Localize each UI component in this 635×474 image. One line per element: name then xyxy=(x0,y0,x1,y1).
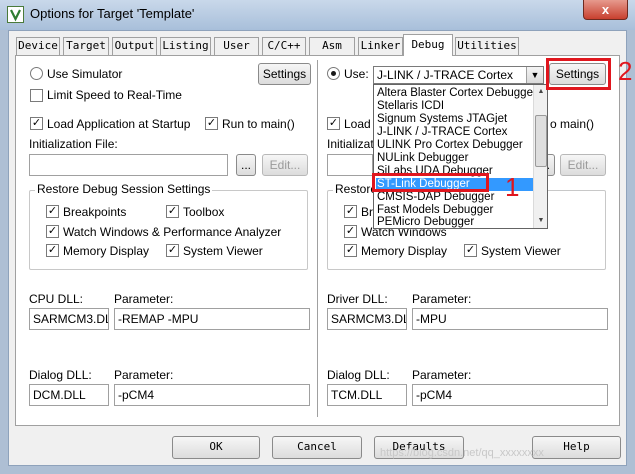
init-file-input[interactable] xyxy=(29,154,228,176)
debugger-dropdown-list: Altera Blaster Cortex Debugger Stellaris… xyxy=(373,84,548,229)
scrollbar-thumb[interactable] xyxy=(535,115,547,167)
use-debugger-radio[interactable] xyxy=(327,67,340,80)
dropdown-option[interactable]: J-LINK / J-TRACE Cortex xyxy=(377,126,507,139)
right-load-app-checkbox[interactable]: ✓ xyxy=(327,117,340,130)
right-system-viewer-label: System Viewer xyxy=(481,244,561,258)
use-simulator-radio[interactable] xyxy=(30,67,43,80)
window-close-button[interactable]: x xyxy=(583,0,628,20)
right-system-viewer-checkbox[interactable]: ✓ xyxy=(464,244,477,257)
use-debugger-label: Use: xyxy=(344,67,369,81)
tab-target[interactable]: Target xyxy=(63,37,109,55)
right-dialog-dll-label: Dialog DLL: xyxy=(327,368,390,382)
memory-display-label: Memory Display xyxy=(63,244,150,258)
right-watch-windows-checkbox[interactable]: ✓ xyxy=(344,225,357,238)
right-dialog-parameter-input[interactable]: -pCM4 xyxy=(412,384,608,406)
right-run-to-main-label: o main() xyxy=(550,117,595,131)
dropdown-option[interactable]: CMSIS-DAP Debugger xyxy=(377,191,494,204)
keil-app-icon xyxy=(7,6,24,23)
driver-dll-label: Driver DLL: xyxy=(327,292,388,306)
system-viewer-label: System Viewer xyxy=(183,244,263,258)
ok-button[interactable]: OK xyxy=(172,436,260,459)
dropdown-option[interactable]: ULINK Pro Cortex Debugger xyxy=(377,139,523,152)
cpu-dll-input[interactable]: SARMCM3.DLL xyxy=(29,308,109,330)
system-viewer-checkbox[interactable]: ✓ xyxy=(166,244,179,257)
tab-asm[interactable]: Asm xyxy=(309,37,355,55)
chevron-down-icon[interactable]: ▼ xyxy=(526,67,543,83)
limit-speed-label: Limit Speed to Real-Time xyxy=(47,88,182,102)
cpu-dll-label: CPU DLL: xyxy=(29,292,84,306)
dialog-parameter-input[interactable]: -pCM4 xyxy=(114,384,310,406)
annotation-box-1 xyxy=(372,173,489,192)
breakpoints-label: Breakpoints xyxy=(63,205,127,219)
right-init-file-edit-button[interactable]: Edit... xyxy=(560,154,606,176)
dialog-dll-input[interactable]: DCM.DLL xyxy=(29,384,109,406)
tab-listing[interactable]: Listing xyxy=(160,37,211,55)
tab-output[interactable]: Output xyxy=(112,37,157,55)
cpu-parameter-label: Parameter: xyxy=(114,292,174,306)
tab-cc[interactable]: C/C++ xyxy=(262,37,306,55)
right-memory-display-checkbox[interactable]: ✓ xyxy=(344,244,357,257)
tab-device[interactable]: Device xyxy=(16,37,60,55)
right-dialog-parameter-label: Parameter: xyxy=(412,368,472,382)
init-file-edit-button[interactable]: Edit... xyxy=(262,154,308,176)
tab-linker[interactable]: Linker xyxy=(358,37,403,55)
dialog-parameter-label: Parameter: xyxy=(114,368,174,382)
driver-dll-input[interactable]: SARMCM3.DLL xyxy=(327,308,407,330)
memory-display-checkbox[interactable]: ✓ xyxy=(46,244,59,257)
dropdown-option[interactable]: Altera Blaster Cortex Debugger xyxy=(377,87,537,100)
init-file-label: Initialization File: xyxy=(29,137,118,151)
annotation-box-2 xyxy=(546,58,611,90)
annotation-number-1: 1 xyxy=(505,172,520,202)
dropdown-scrollbar[interactable]: ▲ ▼ xyxy=(533,85,547,228)
breakpoints-checkbox[interactable]: ✓ xyxy=(46,205,59,218)
watch-windows-checkbox[interactable]: ✓ xyxy=(46,225,59,238)
debugger-select-value: J-LINK / J-TRACE Cortex xyxy=(377,68,514,82)
init-file-browse-button[interactable]: ... xyxy=(236,154,256,176)
limit-speed-checkbox[interactable] xyxy=(30,89,43,102)
right-load-app-label: Load xyxy=(344,117,371,131)
dropdown-option[interactable]: PEMicro Debugger xyxy=(377,216,474,229)
dropdown-option[interactable]: NULink Debugger xyxy=(377,152,468,165)
run-to-main-checkbox[interactable]: ✓ xyxy=(205,117,218,130)
toolbox-checkbox[interactable]: ✓ xyxy=(166,205,179,218)
load-app-label: Load Application at Startup xyxy=(47,117,191,131)
scroll-down-icon[interactable]: ▼ xyxy=(535,215,547,227)
help-button[interactable]: Help xyxy=(532,436,621,459)
cancel-button[interactable]: Cancel xyxy=(272,436,362,459)
restore-settings-group-label: Restore Debug Session Settings xyxy=(35,182,213,196)
panel-divider xyxy=(317,60,318,417)
right-breakpoints-checkbox[interactable]: ✓ xyxy=(344,205,357,218)
cpu-parameter-input[interactable]: -REMAP -MPU xyxy=(114,308,310,330)
run-to-main-label: Run to main() xyxy=(222,117,295,131)
dropdown-option[interactable]: Signum Systems JTAGjet xyxy=(377,113,507,126)
tab-debug[interactable]: Debug xyxy=(403,34,453,56)
dialog-dll-label: Dialog DLL: xyxy=(29,368,92,382)
simulator-settings-button[interactable]: Settings xyxy=(258,63,311,85)
tab-user[interactable]: User xyxy=(214,37,259,55)
right-init-file-label: Initializati xyxy=(327,137,377,151)
watch-windows-label: Watch Windows & Performance Analyzer xyxy=(63,225,282,239)
use-simulator-label: Use Simulator xyxy=(47,67,123,81)
driver-parameter-input[interactable]: -MPU xyxy=(412,308,608,330)
driver-parameter-label: Parameter: xyxy=(412,292,472,306)
right-dialog-dll-input[interactable]: TCM.DLL xyxy=(327,384,407,406)
load-app-checkbox[interactable]: ✓ xyxy=(30,117,43,130)
dropdown-option[interactable]: Stellaris ICDI xyxy=(377,100,444,113)
window-title: Options for Target 'Template' xyxy=(30,6,195,21)
right-init-file-input[interactable] xyxy=(327,154,373,176)
toolbox-label: Toolbox xyxy=(183,205,225,219)
right-memory-display-label: Memory Display xyxy=(361,244,448,258)
annotation-number-2: 2 xyxy=(618,56,633,86)
watermark: https://blog.csdn.net/qq_xxxxxxxx xyxy=(380,447,544,459)
tab-utilities[interactable]: Utilities xyxy=(455,37,519,55)
debugger-select[interactable]: J-LINK / J-TRACE Cortex ▼ xyxy=(373,66,544,84)
